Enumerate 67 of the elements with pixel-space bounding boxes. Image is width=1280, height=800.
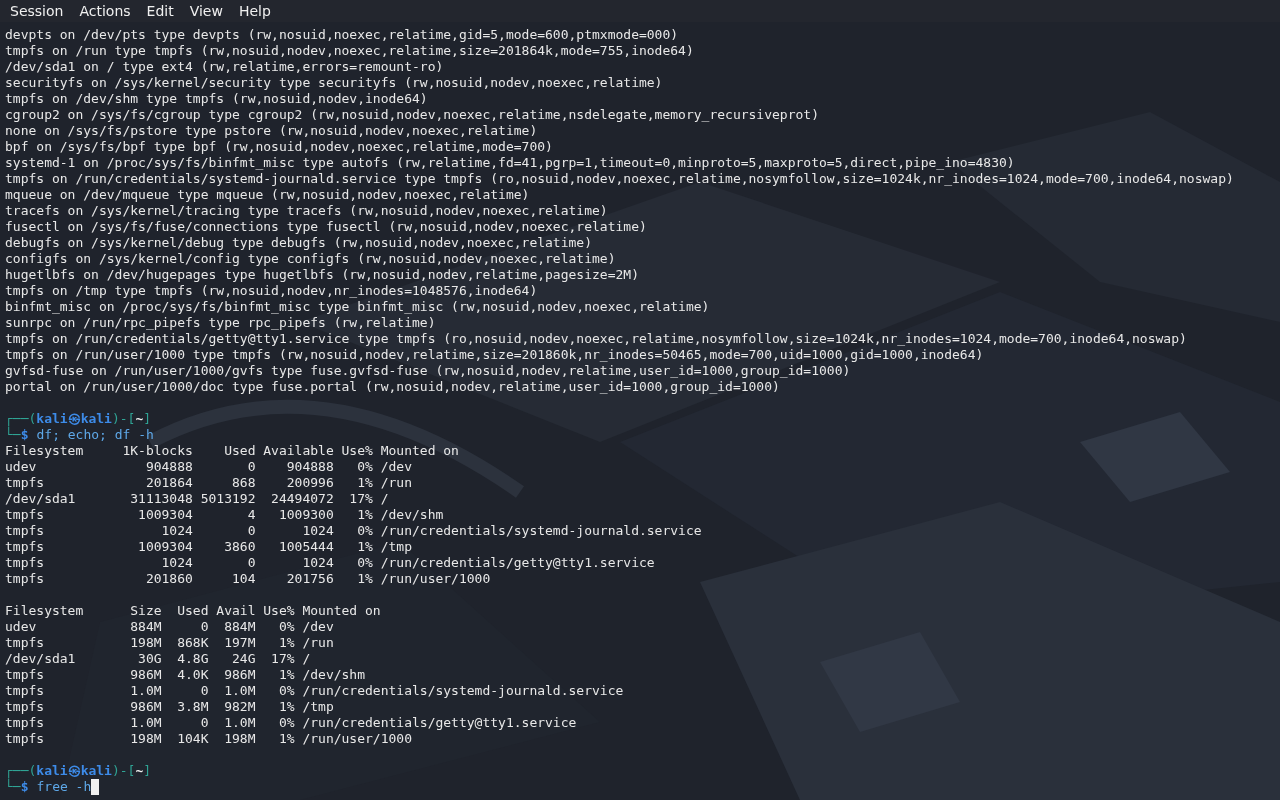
prompt-at-sign: ㉿: [67, 411, 81, 427]
prompt-directory: ~: [135, 411, 144, 427]
menu-item[interactable]: Session: [2, 0, 72, 22]
output-line: gvfsd-fuse on /run/user/1000/gvfs type fuse.gvfsd-fuse (rw,nosuid,nodev,relatime,user_id=1000,group_id=1000): [5, 363, 851, 379]
output-line: none on /sys/fs/pstore type pstore (rw,nosuid,nodev,noexec,relatime): [5, 123, 538, 139]
output-line: tmpfs on /run type tmpfs (rw,nosuid,nodev,noexec,relatime,size=201864k,mode=755,inode64): [5, 43, 694, 59]
prompt-host: kali: [80, 411, 112, 427]
output-line: tmpfs 201864 868 200996 1% /run: [5, 475, 412, 491]
output-line: tmpfs 1.0M 0 1.0M 0% /run/credentials/systemd-journald.service: [5, 683, 624, 699]
output-line: tmpfs on /dev/shm type tmpfs (rw,nosuid,nodev,inode64): [5, 91, 428, 107]
output-line: /dev/sda1 30G 4.8G 24G 17% /: [5, 651, 311, 667]
output-line: Filesystem Size Used Avail Use% Mounted on: [5, 603, 381, 619]
output-line: sunrpc on /run/rpc_pipefs type rpc_pipefs (rw,relatime): [5, 315, 436, 331]
output-line: Filesystem 1K-blocks Used Available Use% Mounted on: [5, 443, 459, 459]
prompt-frame: └─: [5, 427, 21, 443]
prompt-frame: ]: [143, 763, 152, 779]
prompt-user: kali: [36, 411, 68, 427]
output-line: cgroup2 on /sys/fs/cgroup type cgroup2 (rw,nosuid,nodev,noexec,relatime,nsdelegate,memory_recursiveprot): [5, 107, 819, 123]
prompt-symbol: $: [20, 779, 29, 795]
output-line: tmpfs on /run/credentials/getty@tty1.service type tmpfs (ro,nosuid,nodev,noexec,relatime,nosymfollow,size=1024k,nr_inodes=1024,mode=700,inode64,noswap): [5, 331, 1187, 347]
menu-item[interactable]: View: [181, 0, 231, 22]
output-line: hugetlbfs on /dev/hugepages type hugetlbfs (rw,nosuid,nodev,relatime,pagesize=2M): [5, 267, 639, 283]
menu-item[interactable]: Actions: [71, 0, 139, 22]
output-line: udev 904888 0 904888 0% /dev: [5, 459, 412, 475]
prompt-frame: )-[: [111, 763, 136, 779]
output-line: bpf on /sys/fs/bpf type bpf (rw,nosuid,nodev,noexec,relatime,mode=700): [5, 139, 553, 155]
prompt-frame: )-[: [111, 411, 136, 427]
output-line: securityfs on /sys/kernel/security type securityfs (rw,nosuid,nodev,noexec,relatime): [5, 75, 663, 91]
output-line: tmpfs 1009304 4 1009300 1% /dev/shm: [5, 507, 444, 523]
prompt-at-sign: ㉿: [67, 763, 81, 779]
output-line: mqueue on /dev/mqueue type mqueue (rw,nosuid,nodev,noexec,relatime): [5, 187, 530, 203]
text-cursor: [91, 779, 100, 795]
menu-item[interactable]: Help: [230, 0, 279, 22]
output-line: tmpfs 1024 0 1024 0% /run/credentials/systemd-journald.service: [5, 523, 702, 539]
output-line: tracefs on /sys/kernel/tracing type tracefs (rw,nosuid,nodev,noexec,relatime): [5, 203, 608, 219]
output-line: tmpfs on /run/user/1000 type tmpfs (rw,nosuid,nodev,relatime,size=201860k,nr_inodes=50465,mode=700,uid=1000,gid=1000,inode64): [5, 347, 984, 363]
prompt-directory: ~: [135, 763, 144, 779]
prompt-host: kali: [80, 763, 112, 779]
output-line: tmpfs 986M 4.0K 986M 1% /dev/shm: [5, 667, 366, 683]
output-line: tmpfs on /tmp type tmpfs (rw,nosuid,nodev,nr_inodes=1048576,inode64): [5, 283, 538, 299]
output-line: fusectl on /sys/fs/fuse/connections type fusectl (rw,nosuid,nodev,noexec,relatime): [5, 219, 647, 235]
output-line: binfmt_misc on /proc/sys/fs/binfmt_misc type binfmt_misc (rw,nosuid,nodev,noexec,relatime): [5, 299, 710, 315]
output-line: debugfs on /sys/kernel/debug type debugfs (rw,nosuid,nodev,noexec,relatime): [5, 235, 592, 251]
command-text: free -h: [36, 779, 92, 795]
output-line: udev 884M 0 884M 0% /dev: [5, 619, 334, 635]
prompt-frame: ┌──(: [5, 411, 37, 427]
output-line: configfs on /sys/kernel/config type configfs (rw,nosuid,nodev,noexec,relatime): [5, 251, 616, 267]
output-line: /dev/sda1 on / type ext4 (rw,relatime,errors=remount-ro): [5, 59, 444, 75]
prompt-symbol: $: [20, 427, 29, 443]
output-line: tmpfs 986M 3.8M 982M 1% /tmp: [5, 699, 334, 715]
prompt-frame: ┌──(: [5, 763, 37, 779]
output-line: /dev/sda1 31113048 5013192 24494072 17% /: [5, 491, 389, 507]
command-text: df; echo; df -h: [36, 427, 154, 443]
output-line: tmpfs 1.0M 0 1.0M 0% /run/credentials/getty@tty1.service: [5, 715, 577, 731]
output-line: tmpfs 1024 0 1024 0% /run/credentials/getty@tty1.service: [5, 555, 655, 571]
output-line: tmpfs 1009304 3860 1005444 1% /tmp: [5, 539, 412, 555]
output-line: systemd-1 on /proc/sys/fs/binfmt_misc type autofs (rw,relatime,fd=41,pgrp=1,timeout=0,minproto=5,maxproto=5,direct,pipe_ino=4830): [5, 155, 1015, 171]
output-line: tmpfs 198M 868K 197M 1% /run: [5, 635, 334, 651]
output-line: portal on /run/user/1000/doc type fuse.portal (rw,nosuid,nodev,relatime,user_id=1000,group_id=1000): [5, 379, 780, 395]
output-line: tmpfs on /run/credentials/systemd-journald.service type tmpfs (ro,nosuid,nodev,noexec,relatime,nosymfollow,size=1024k,nr_inodes=1024,mode=700,inode64,noswap): [5, 171, 1234, 187]
menu-item[interactable]: Edit: [138, 0, 182, 22]
prompt-frame: └─: [5, 779, 21, 795]
prompt-frame: ]: [143, 411, 152, 427]
output-line: tmpfs 198M 104K 198M 1% /run/user/1000: [5, 731, 412, 747]
output-line: tmpfs 201860 104 201756 1% /run/user/1000: [5, 571, 491, 587]
prompt-user: kali: [36, 763, 68, 779]
output-line: devpts on /dev/pts type devpts (rw,nosuid,noexec,relatime,gid=5,mode=600,ptmxmode=000): [5, 27, 679, 43]
